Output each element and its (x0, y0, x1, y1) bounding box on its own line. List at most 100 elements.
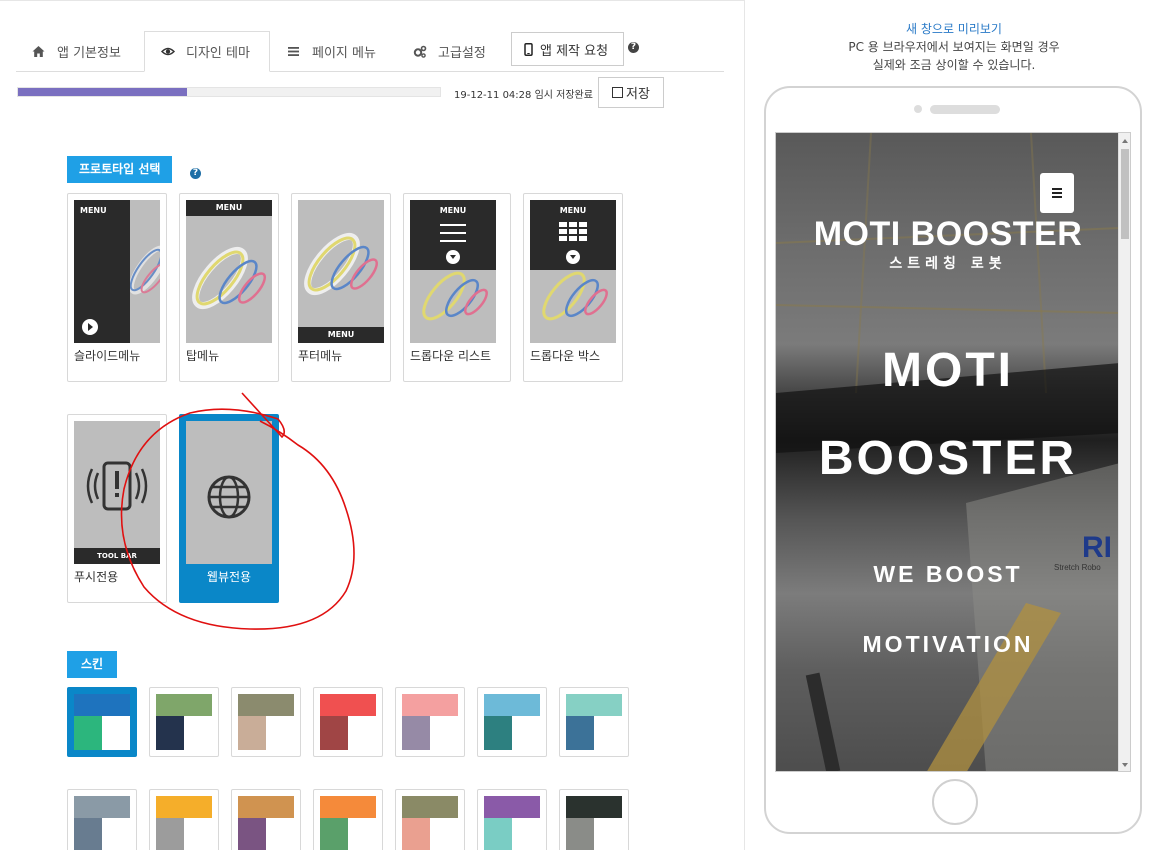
sample-pens-image (304, 232, 379, 296)
swatch-top-color (156, 694, 212, 716)
swatch-top-color (74, 694, 130, 716)
save-status-text: 19-12-11 04:28 임시 저장완료 (454, 90, 593, 101)
prototype-card-slide-menu[interactable]: MENU 슬라이드메뉴 (67, 193, 167, 382)
swatch-bottom-right-color (430, 716, 458, 750)
skin-swatch[interactable] (395, 687, 465, 757)
eye-icon (160, 45, 176, 58)
sample-pens-image (192, 246, 267, 310)
prototype-card-dropdown-list[interactable]: MENU 드롭다운 리스트 (403, 193, 511, 382)
menu-tag: MENU (80, 206, 107, 215)
camera-dot (914, 105, 922, 113)
swatch-bottom-left-color (74, 818, 102, 850)
preview-panel: 새 창으로 미리보기 PC 용 브라우저에서 보여지는 화면일 경우 실제와 조… (746, 0, 1162, 850)
save-label: 저장 (626, 87, 650, 102)
hero-tagline-line1: WE BOOST (873, 561, 1023, 587)
prototype-thumbnail: MENU (74, 200, 160, 343)
swatch-bottom-left-color (484, 818, 512, 850)
prototype-caption: 드롭다운 박스 (530, 349, 601, 363)
swatch-bottom-right-color (594, 716, 622, 750)
open-preview-new-window-link[interactable]: 새 창으로 미리보기 (746, 20, 1162, 37)
scrollbar-thumb[interactable] (1121, 149, 1129, 239)
background-logo-text: RI (1082, 531, 1112, 564)
red-circle-annotation (120, 392, 355, 630)
swatch-bottom-right-color (102, 818, 130, 850)
prototype-caption: 슬라이드메뉴 (74, 349, 141, 363)
mobile-icon (524, 42, 533, 56)
progress-bar (17, 87, 441, 97)
phone-screen: RI Stretch Robo MOTI BOOSTER 스트레칭 로봇 MOT… (775, 132, 1131, 772)
skin-swatch[interactable] (149, 687, 219, 757)
prototype-card-footer-menu[interactable]: MENU 푸터메뉴 (291, 193, 391, 382)
swatch-bottom-right-color (102, 716, 130, 750)
phone-home-button (932, 779, 978, 825)
menu-tag: MENU (559, 206, 587, 215)
swatch-top-color (238, 796, 294, 818)
speaker-slot (930, 105, 1000, 114)
save-button[interactable]: 저장 (598, 77, 664, 108)
tab-design-theme[interactable]: 디자인 테마 (144, 31, 270, 72)
swatch-bottom-left-color (156, 716, 184, 750)
prototype-caption: 드롭다운 리스트 (410, 349, 492, 363)
tab-label: 고급설정 (438, 46, 486, 61)
tab-page-menu[interactable]: 페이지 메뉴 (270, 31, 396, 72)
swatch-top-color (402, 694, 458, 716)
prototype-caption: 탑메뉴 (186, 349, 220, 363)
settings-panel: 앱 기본정보 디자인 테마 페이지 메뉴 고급설정 앱 제작 요청 ? 19-1… (0, 0, 745, 850)
tab-advanced-settings[interactable]: 고급설정 (396, 31, 508, 72)
skin-swatch[interactable] (67, 789, 137, 850)
home-icon (32, 45, 45, 58)
swatch-top-color (402, 796, 458, 818)
preview-note: PC 용 브라우저에서 보여지는 화면일 경우 (848, 40, 1060, 54)
swatch-top-color (320, 796, 376, 818)
swatch-bottom-left-color (74, 716, 102, 750)
help-icon[interactable]: ? (628, 42, 639, 53)
skin-swatch[interactable] (67, 687, 137, 757)
prototype-card-dropdown-box[interactable]: MENU 드롭다운 박스 (523, 193, 623, 382)
hero-headline-line2: BOOSTER (818, 432, 1078, 485)
swatch-bottom-right-color (184, 716, 212, 750)
menu-tag: MENU (439, 206, 467, 215)
hero-headline-line1: MOTI (882, 344, 1014, 397)
skin-swatch[interactable] (559, 687, 629, 757)
prototype-thumbnail: MENU (410, 200, 496, 343)
sample-pens-image (410, 200, 496, 321)
swatch-bottom-left-color (402, 818, 430, 850)
skin-swatch[interactable] (313, 687, 383, 757)
menu-tag: MENU (298, 327, 384, 343)
phone-frame: RI Stretch Robo MOTI BOOSTER 스트레칭 로봇 MOT… (764, 86, 1142, 834)
swatch-bottom-left-color (566, 818, 594, 850)
tab-app-basic-info[interactable]: 앱 기본정보 (16, 31, 144, 72)
swatch-bottom-right-color (512, 818, 540, 850)
skin-swatch[interactable] (231, 789, 301, 850)
hamburger-menu-button[interactable] (1040, 173, 1074, 213)
app-build-request-button[interactable]: 앱 제작 요청 (511, 32, 624, 66)
swatch-bottom-left-color (320, 818, 348, 850)
prototype-card-top-menu[interactable]: MENU 탑메뉴 (179, 193, 279, 382)
sample-pens-image (530, 200, 616, 321)
skin-swatch[interactable] (231, 687, 301, 757)
skin-swatch[interactable] (477, 789, 547, 850)
tab-bar: 앱 기본정보 디자인 테마 페이지 메뉴 고급설정 앱 제작 요청 (16, 31, 724, 72)
prototype-section-label: 프로토타입 선택 (67, 156, 173, 183)
skin-swatch[interactable] (149, 789, 219, 850)
hamburger-icon (1052, 188, 1062, 198)
skin-swatch[interactable] (477, 687, 547, 757)
swatch-top-color (156, 796, 212, 818)
skin-swatch[interactable] (313, 789, 383, 850)
swatch-bottom-right-color (512, 716, 540, 750)
skin-section-label: 스킨 (67, 651, 118, 678)
brand-subtitle: 스트레칭 로봇 (889, 256, 1007, 272)
skin-swatch[interactable] (559, 789, 629, 850)
swatch-bottom-left-color (238, 716, 266, 750)
swatch-top-color (238, 694, 294, 716)
swatch-bottom-left-color (238, 818, 266, 850)
gears-icon (413, 45, 427, 58)
hero-tagline-line2: MOTIVATION (862, 631, 1034, 657)
prototype-caption: 푸터메뉴 (298, 349, 343, 363)
list-icon (287, 45, 300, 58)
prototype-thumbnail: MENU (530, 200, 616, 343)
skin-swatch[interactable] (395, 789, 465, 850)
swatch-bottom-right-color (184, 818, 212, 850)
help-icon[interactable]: ? (190, 168, 201, 179)
swatch-bottom-right-color (594, 818, 622, 850)
